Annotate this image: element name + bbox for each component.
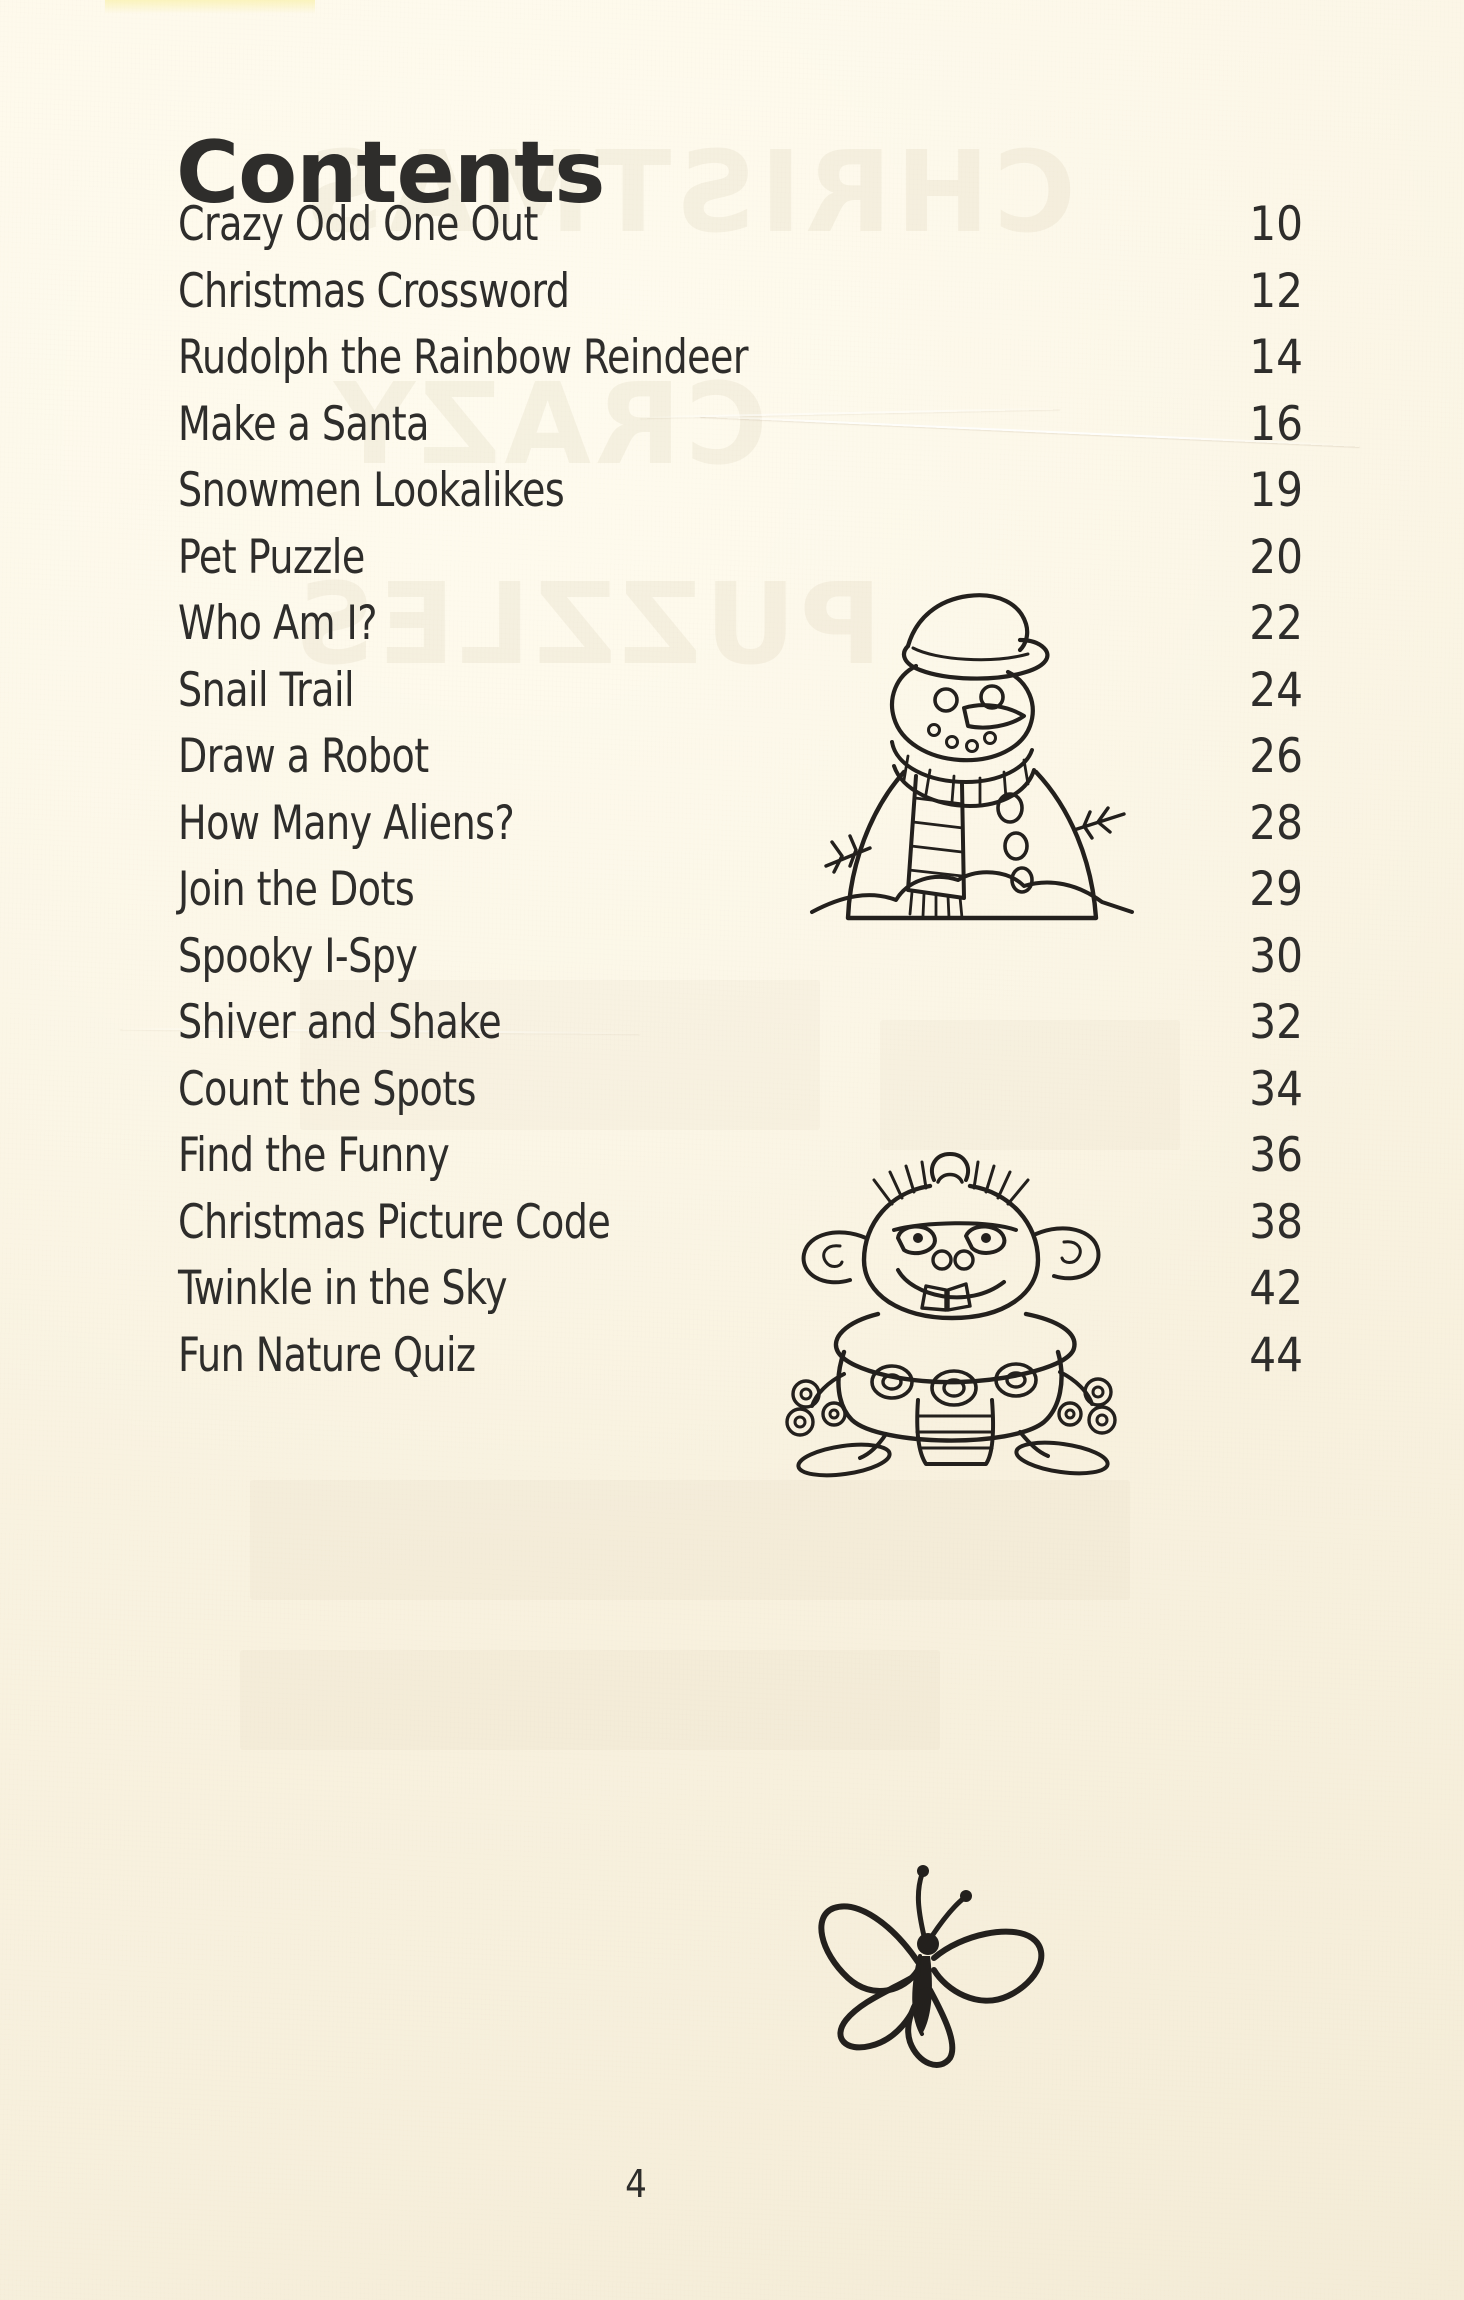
toc-entry-page-number: 12 <box>1249 263 1303 319</box>
toc-row[interactable]: Who Am I? 22 <box>178 595 1303 653</box>
toc-row[interactable]: Fun Nature Quiz 44 <box>178 1327 1303 1385</box>
toc-row[interactable]: Christmas Crossword 12 <box>178 263 1303 321</box>
toc-entry-page-number: 22 <box>1249 596 1303 651</box>
toc-entry-title: Draw a Robot <box>178 729 429 784</box>
toc-entry-title: Shiver and Shake <box>178 995 502 1050</box>
toc-entry-page-number: 29 <box>1249 862 1303 917</box>
toc-entry-title: Twinkle in the Sky <box>178 1261 508 1316</box>
toc-row[interactable]: Snowmen Lookalikes 19 <box>178 462 1303 520</box>
toc-row[interactable]: Pet Puzzle 20 <box>178 529 1303 587</box>
page-number: 4 <box>625 2162 647 2206</box>
toc-entry-title: Make a Santa <box>178 396 429 452</box>
toc-entry-title: Find the Funny <box>178 1128 450 1183</box>
toc-entry-title: Rudolph the Rainbow Reindeer <box>178 330 749 385</box>
toc-entry-title: Christmas Crossword <box>178 263 570 319</box>
toc-entry-page-number: 38 <box>1249 1194 1303 1250</box>
toc-row[interactable]: Snail Trail 24 <box>178 662 1303 720</box>
toc-entry-title: Join the Dots <box>178 862 415 917</box>
toc-entry-page-number: 24 <box>1249 662 1303 718</box>
toc-entry-page-number: 32 <box>1249 995 1303 1050</box>
ghost-block-4 <box>240 1650 940 1750</box>
toc-entry-page-number: 34 <box>1249 1061 1303 1117</box>
toc-entry-page-number: 26 <box>1249 729 1303 784</box>
toc-entry-title: Crazy Odd One Out <box>178 197 538 252</box>
toc-row[interactable]: Count the Spots 34 <box>178 1061 1303 1119</box>
ghost-block-3 <box>250 1480 1130 1600</box>
book-page: CHRISTMAS CRAZY PUZZLES Contents Crazy O… <box>0 0 1464 2300</box>
toc-row[interactable]: Shiver and Shake 32 <box>178 994 1303 1052</box>
toc-row[interactable]: Crazy Odd One Out 10 <box>178 196 1303 254</box>
toc-entry-title: Count the Spots <box>178 1061 476 1117</box>
toc-entry-page-number: 42 <box>1249 1261 1303 1316</box>
toc-entry-page-number: 16 <box>1249 396 1303 452</box>
toc-row[interactable]: Rudolph the Rainbow Reindeer 14 <box>178 329 1303 387</box>
toc-entry-title: Fun Nature Quiz <box>178 1327 476 1383</box>
toc-entry-page-number: 30 <box>1249 928 1303 984</box>
toc-entry-title: Snowmen Lookalikes <box>178 463 565 518</box>
toc-entry-title: Snail Trail <box>178 662 355 718</box>
toc-row[interactable]: Make a Santa 16 <box>178 396 1303 454</box>
toc-row[interactable]: Join the Dots 29 <box>178 861 1303 919</box>
toc-row[interactable]: Spooky I-Spy 30 <box>178 928 1303 986</box>
toc-entry-page-number: 10 <box>1249 197 1303 252</box>
toc-entry-title: Pet Puzzle <box>178 529 365 585</box>
toc-entry-page-number: 44 <box>1249 1327 1303 1383</box>
paper-smudge <box>105 0 315 14</box>
toc-row[interactable]: Draw a Robot 26 <box>178 728 1303 786</box>
toc-entry-title: Christmas Picture Code <box>178 1194 611 1250</box>
toc-entry-page-number: 28 <box>1249 795 1303 851</box>
toc-row[interactable]: How Many Aliens? 28 <box>178 795 1303 853</box>
toc-entry-page-number: 19 <box>1249 463 1303 518</box>
toc-entry-title: How Many Aliens? <box>178 795 515 851</box>
toc-entry-page-number: 14 <box>1249 330 1303 385</box>
toc-entry-page-number: 20 <box>1249 529 1303 585</box>
toc-entry-title: Spooky I-Spy <box>178 928 418 984</box>
toc-row[interactable]: Twinkle in the Sky 42 <box>178 1260 1303 1318</box>
toc-row[interactable]: Find the Funny 36 <box>178 1127 1303 1185</box>
toc-entry-page-number: 36 <box>1249 1128 1303 1183</box>
butterfly-illustration <box>800 1840 1090 2070</box>
toc-entry-title: Who Am I? <box>178 596 377 651</box>
toc-row[interactable]: Christmas Picture Code 38 <box>178 1194 1303 1252</box>
